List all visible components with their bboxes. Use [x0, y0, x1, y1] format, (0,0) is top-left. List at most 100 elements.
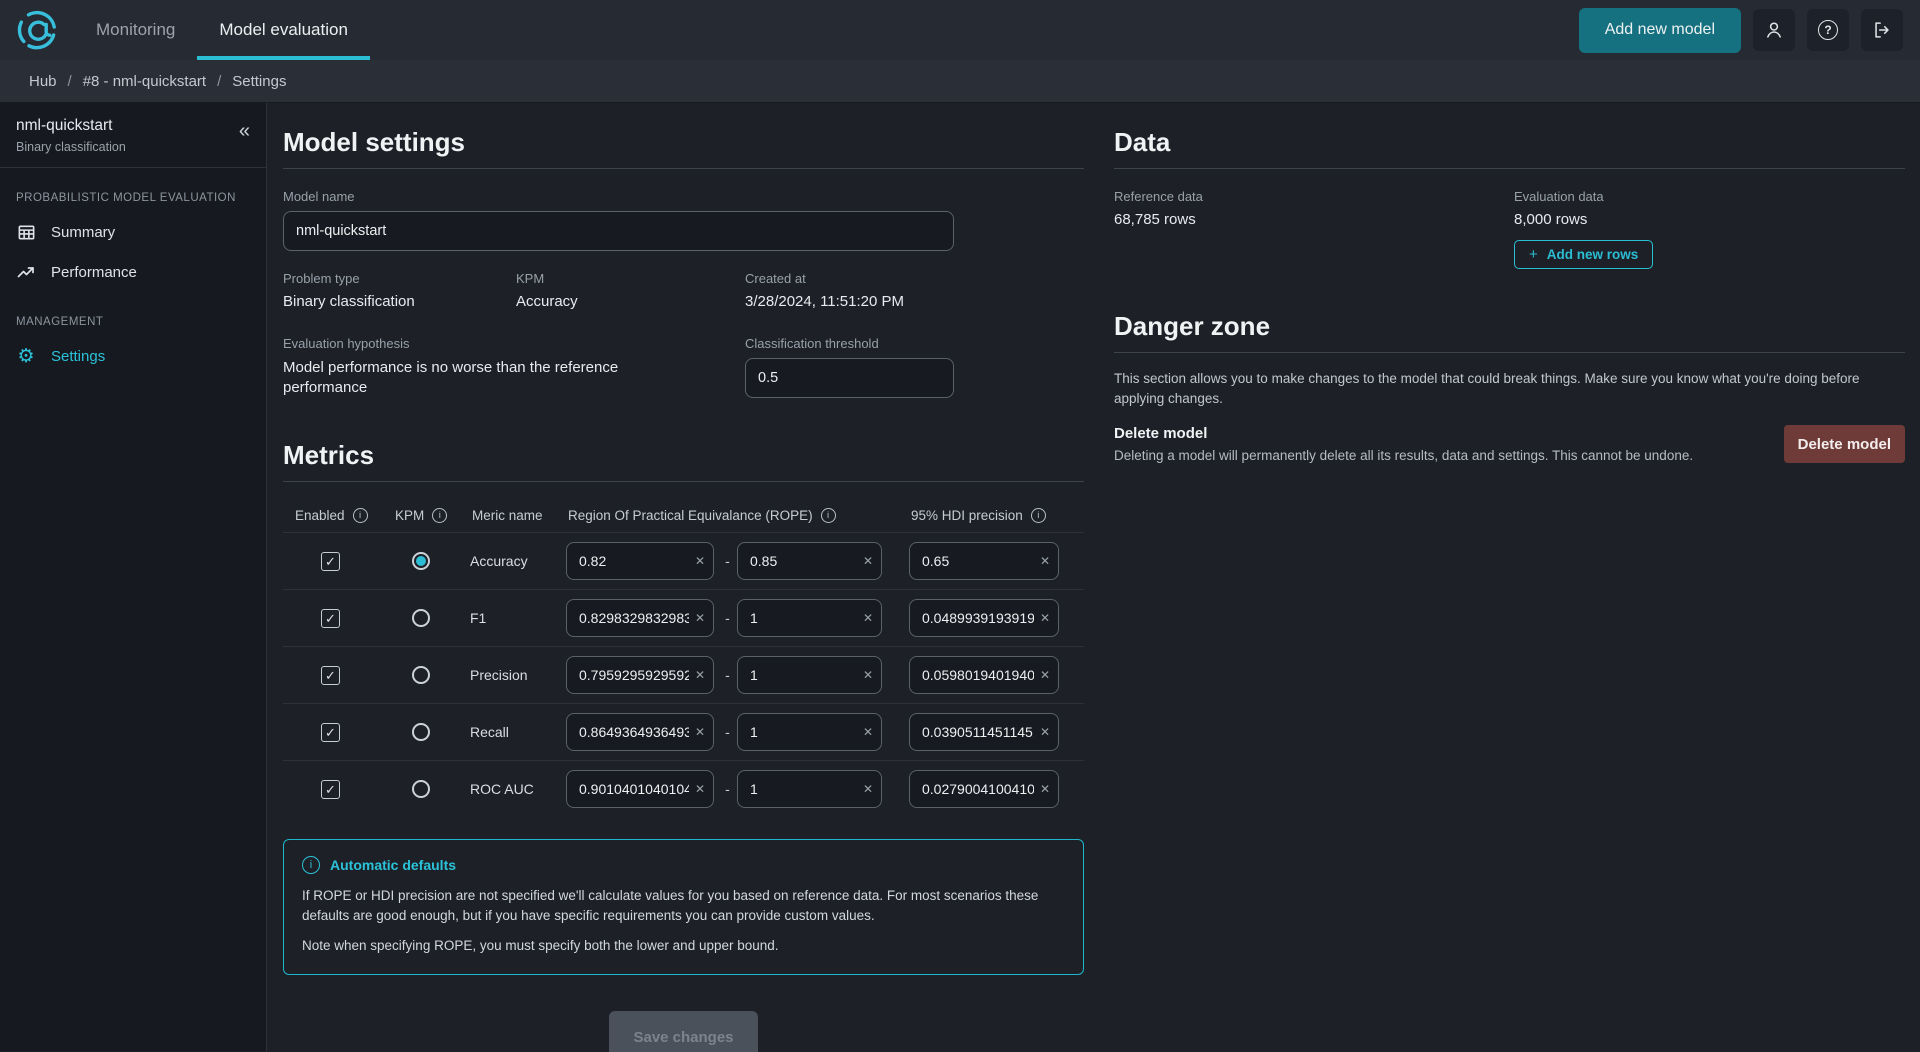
rope-lower-input[interactable] — [566, 542, 714, 580]
model-name-label: Model name — [283, 189, 1084, 204]
rope-lower-input[interactable] — [566, 599, 714, 637]
sidebar-section-title: MANAGEMENT — [16, 316, 250, 328]
sidebar-collapse-icon[interactable]: « — [239, 121, 250, 154]
clear-icon[interactable]: ✕ — [695, 611, 705, 625]
col-enabled-label: Enabled — [295, 508, 345, 523]
col-kpm-label: KPM — [395, 508, 424, 523]
data-column: Data Reference data 68,785 rows Evaluati… — [1114, 119, 1905, 1052]
metrics-table-header: Enabled i KPM i Meric name Region Of Pra… — [283, 498, 1084, 532]
check-icon: ✓ — [325, 612, 336, 625]
plus-icon: + — [1529, 246, 1538, 263]
delete-model-description: Deleting a model will permanently delete… — [1114, 448, 1693, 463]
created-at-label: Created at — [745, 271, 1084, 286]
add-new-rows-button[interactable]: + Add new rows — [1514, 240, 1653, 269]
clear-icon[interactable]: ✕ — [863, 782, 873, 796]
divider — [283, 481, 1084, 482]
enabled-checkbox[interactable]: ✓ — [321, 723, 340, 742]
kpm-value: Accuracy — [516, 293, 745, 310]
metric-row-precision: ✓ Precision ✕ - ✕ ✕ — [283, 646, 1084, 703]
rope-lower-input[interactable] — [566, 770, 714, 808]
kpm-radio[interactable] — [412, 609, 430, 627]
logo-icon — [15, 8, 59, 52]
sidebar-item-settings[interactable]: ⚙ Settings — [0, 336, 266, 376]
info-icon[interactable]: i — [821, 508, 836, 523]
rope-upper-input[interactable] — [737, 770, 882, 808]
data-title: Data — [1114, 125, 1905, 159]
col-rope-label: Region Of Practical Equivalance (ROPE) — [568, 508, 813, 523]
sidebar-section-title: PROBABILISTIC MODEL EVALUATION — [16, 192, 250, 204]
sidebar-item-performance[interactable]: Performance — [0, 252, 266, 292]
delete-model-button[interactable]: Delete model — [1784, 425, 1905, 463]
kpm-radio[interactable] — [412, 552, 430, 570]
model-settings-column: Model settings Model name Problem type B… — [283, 119, 1084, 1052]
model-settings-title: Model settings — [283, 125, 1084, 159]
check-icon: ✓ — [325, 726, 336, 739]
breadcrumb-model[interactable]: #8 - nml-quickstart — [83, 73, 206, 90]
kpm-radio[interactable] — [412, 666, 430, 684]
metric-name: Accuracy — [460, 553, 566, 569]
breadcrumb-settings[interactable]: Settings — [232, 73, 286, 90]
hdi-precision-input[interactable] — [909, 656, 1059, 694]
info-icon[interactable]: i — [432, 508, 447, 523]
info-icon[interactable]: i — [1031, 508, 1046, 523]
clear-icon[interactable]: ✕ — [695, 782, 705, 796]
save-changes-button[interactable]: Save changes — [609, 1011, 757, 1052]
hdi-precision-input[interactable] — [909, 770, 1059, 808]
clear-icon[interactable]: ✕ — [863, 611, 873, 625]
rope-upper-input[interactable] — [737, 542, 882, 580]
model-name-input[interactable] — [283, 211, 954, 251]
kpm-radio[interactable] — [412, 780, 430, 798]
clear-icon[interactable]: ✕ — [1040, 611, 1050, 625]
rope-separator: - — [718, 553, 737, 569]
rope-upper-input[interactable] — [737, 656, 882, 694]
tab-monitoring[interactable]: Monitoring — [74, 0, 197, 60]
sidebar-item-summary[interactable]: Summary — [0, 212, 266, 252]
rope-lower-input[interactable] — [566, 713, 714, 751]
clear-icon[interactable]: ✕ — [863, 554, 873, 568]
created-at-value: 3/28/2024, 11:51:20 PM — [745, 293, 1084, 310]
enabled-checkbox[interactable]: ✓ — [321, 552, 340, 571]
clear-icon[interactable]: ✕ — [1040, 782, 1050, 796]
clear-icon[interactable]: ✕ — [695, 668, 705, 682]
hdi-precision-input[interactable] — [909, 542, 1059, 580]
tab-model-evaluation[interactable]: Model evaluation — [197, 0, 370, 60]
rope-separator: - — [718, 724, 737, 740]
info-icon[interactable]: i — [353, 508, 368, 523]
help-button[interactable]: ? — [1807, 9, 1849, 51]
breadcrumb-separator: / — [217, 73, 221, 90]
kpm-radio[interactable] — [412, 723, 430, 741]
clear-icon[interactable]: ✕ — [1040, 668, 1050, 682]
breadcrumb-hub[interactable]: Hub — [29, 73, 57, 90]
add-new-model-button[interactable]: Add new model — [1579, 8, 1741, 53]
danger-zone-title: Danger zone — [1114, 309, 1905, 343]
enabled-checkbox[interactable]: ✓ — [321, 666, 340, 685]
enabled-checkbox[interactable]: ✓ — [321, 609, 340, 628]
logout-button[interactable] — [1861, 9, 1903, 51]
check-icon: ✓ — [325, 555, 336, 568]
classification-threshold-input[interactable] — [745, 358, 954, 398]
sidebar: nml-quickstart Binary classification « P… — [0, 103, 267, 1051]
divider — [1114, 352, 1905, 353]
hdi-precision-input[interactable] — [909, 599, 1059, 637]
info-icon: i — [302, 856, 320, 874]
rope-upper-input[interactable] — [737, 713, 882, 751]
hdi-precision-input[interactable] — [909, 713, 1059, 751]
clear-icon[interactable]: ✕ — [863, 725, 873, 739]
info-box-note: Note when specifying ROPE, you must spec… — [302, 936, 1065, 956]
rope-lower-input[interactable] — [566, 656, 714, 694]
nannyml-logo[interactable] — [0, 0, 74, 60]
user-account-button[interactable] — [1753, 9, 1795, 51]
rope-upper-input[interactable] — [737, 599, 882, 637]
enabled-checkbox[interactable]: ✓ — [321, 780, 340, 799]
sidebar-model-type: Binary classification — [16, 140, 126, 154]
automatic-defaults-info-box: i Automatic defaults If ROPE or HDI prec… — [283, 839, 1084, 975]
clear-icon[interactable]: ✕ — [695, 554, 705, 568]
clear-icon[interactable]: ✕ — [863, 668, 873, 682]
metric-row-roc-auc: ✓ ROC AUC ✕ - ✕ ✕ — [283, 760, 1084, 817]
reference-data-label: Reference data — [1114, 189, 1514, 204]
help-icon: ? — [1818, 20, 1838, 40]
clear-icon[interactable]: ✕ — [1040, 725, 1050, 739]
clear-icon[interactable]: ✕ — [695, 725, 705, 739]
metric-row-accuracy: ✓ Accuracy ✕ - ✕ ✕ — [283, 532, 1084, 589]
clear-icon[interactable]: ✕ — [1040, 554, 1050, 568]
